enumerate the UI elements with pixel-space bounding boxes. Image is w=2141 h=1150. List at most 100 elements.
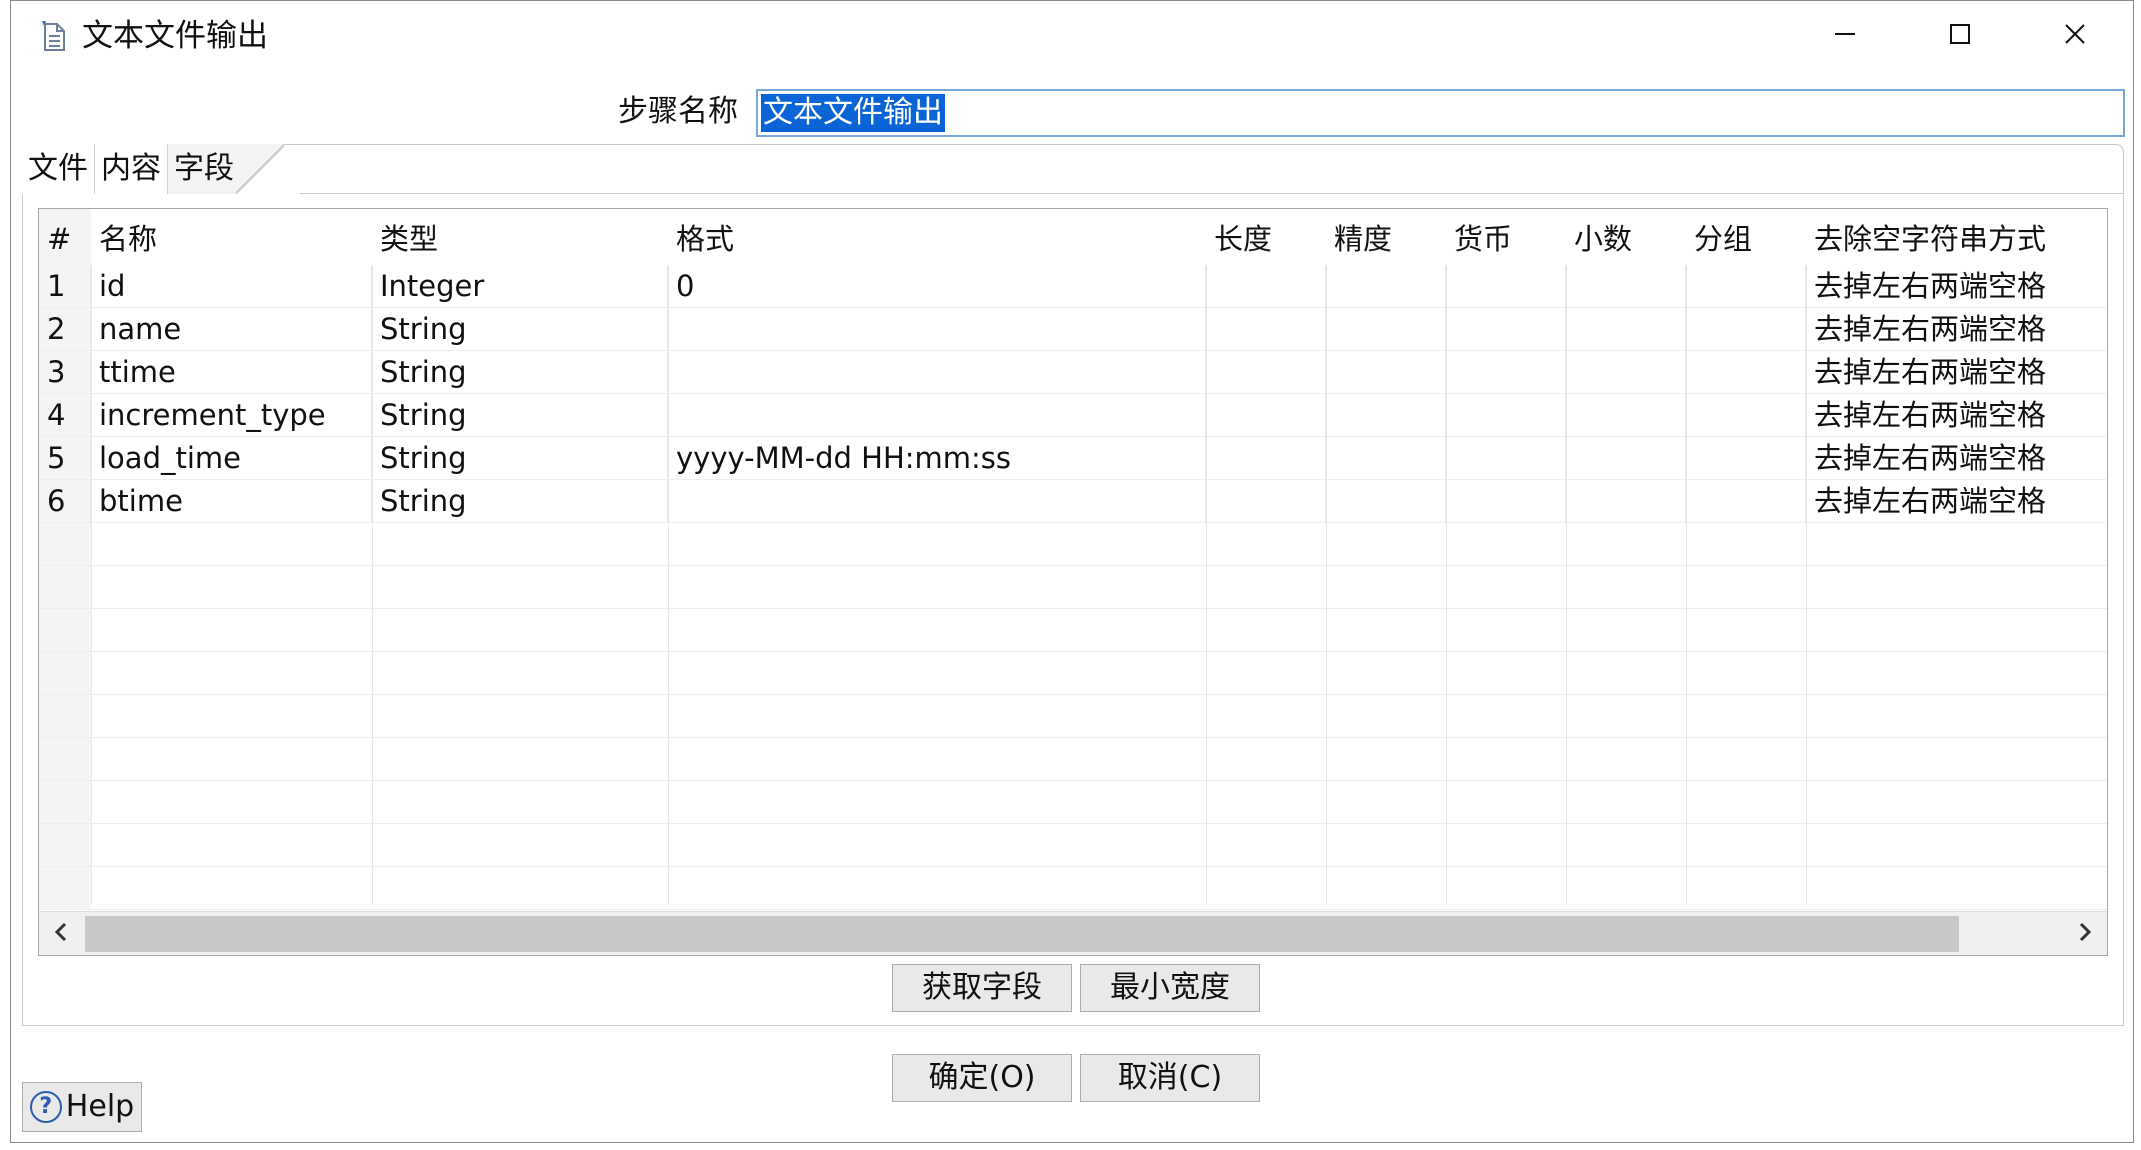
cell-currency[interactable] — [1446, 394, 1566, 436]
cell-precision[interactable] — [1326, 308, 1446, 350]
empty-row — [39, 566, 2107, 609]
cell-trim[interactable]: 去掉左右两端空格 — [1806, 351, 2106, 393]
cell-num: 6 — [39, 480, 91, 522]
tab-content[interactable]: 内容 — [95, 144, 168, 194]
cell-decimal[interactable] — [1566, 265, 1686, 307]
cell-trim[interactable]: 去掉左右两端空格 — [1806, 265, 2106, 307]
table-row[interactable]: 5 load_time String yyyy-MM-dd HH:mm:ss 去… — [39, 437, 2106, 480]
cell-decimal[interactable] — [1566, 394, 1686, 436]
cell-currency[interactable] — [1446, 351, 1566, 393]
scroll-left-button[interactable] — [39, 912, 83, 955]
cell-group[interactable] — [1686, 308, 1806, 350]
step-name-input[interactable]: 文本文件输出 — [756, 89, 2125, 137]
cell-name[interactable]: ttime — [91, 351, 372, 393]
cell-num: 3 — [39, 351, 91, 393]
cell-group[interactable] — [1686, 351, 1806, 393]
min-width-button[interactable]: 最小宽度 — [1080, 964, 1260, 1012]
cell-length[interactable] — [1206, 308, 1326, 350]
cell-length[interactable] — [1206, 437, 1326, 479]
cell-format[interactable] — [668, 351, 1206, 393]
cell-name[interactable]: name — [91, 308, 372, 350]
cell-currency[interactable] — [1446, 265, 1566, 307]
header-decimal[interactable]: 小数 — [1566, 213, 1686, 265]
cell-group[interactable] — [1686, 437, 1806, 479]
fields-table[interactable]: # 名称 类型 格式 长度 精度 货币 小数 分组 去除空字符串方式 1 id … — [38, 208, 2108, 956]
cell-precision[interactable] — [1326, 351, 1446, 393]
cell-length[interactable] — [1206, 351, 1326, 393]
close-button[interactable] — [2040, 10, 2110, 62]
header-type[interactable]: 类型 — [372, 213, 668, 265]
scrollbar-thumb[interactable] — [85, 916, 1959, 952]
column-divider — [91, 265, 92, 905]
header-name[interactable]: 名称 — [91, 213, 372, 265]
cell-decimal[interactable] — [1566, 308, 1686, 350]
cell-group[interactable] — [1686, 394, 1806, 436]
chevron-left-icon — [52, 921, 70, 947]
cell-decimal[interactable] — [1566, 437, 1686, 479]
cell-currency[interactable] — [1446, 308, 1566, 350]
cell-type[interactable]: String — [372, 437, 668, 479]
cell-format[interactable] — [668, 394, 1206, 436]
cell-trim[interactable]: 去掉左右两端空格 — [1806, 394, 2106, 436]
minimize-button[interactable] — [1810, 10, 1880, 62]
cell-length[interactable] — [1206, 265, 1326, 307]
cell-type[interactable]: Integer — [372, 265, 668, 307]
table-row[interactable]: 3 ttime String 去掉左右两端空格 — [39, 351, 2106, 394]
table-row[interactable]: 2 name String 去掉左右两端空格 — [39, 308, 2106, 351]
cell-group[interactable] — [1686, 265, 1806, 307]
header-format[interactable]: 格式 — [668, 213, 1206, 265]
cell-precision[interactable] — [1326, 265, 1446, 307]
get-fields-button[interactable]: 获取字段 — [892, 964, 1072, 1012]
header-currency[interactable]: 货币 — [1446, 213, 1566, 265]
empty-row — [39, 609, 2107, 652]
table-row[interactable]: 1 id Integer 0 去掉左右两端空格 — [39, 265, 2106, 308]
title-bar[interactable]: 文本文件输出 — [10, 0, 2134, 72]
tab-file[interactable]: 文件 — [22, 144, 95, 194]
cell-precision[interactable] — [1326, 437, 1446, 479]
empty-row — [39, 652, 2107, 695]
column-divider — [1686, 265, 1687, 905]
cell-type[interactable]: String — [372, 308, 668, 350]
cell-format[interactable] — [668, 480, 1206, 522]
cell-group[interactable] — [1686, 480, 1806, 522]
cell-decimal[interactable] — [1566, 351, 1686, 393]
empty-row — [39, 781, 2107, 824]
cell-type[interactable]: String — [372, 480, 668, 522]
horizontal-scrollbar[interactable] — [39, 911, 2107, 955]
tab-fields[interactable]: 字段 — [168, 144, 284, 194]
cell-precision[interactable] — [1326, 480, 1446, 522]
table-row[interactable]: 4 increment_type String 去掉左右两端空格 — [39, 394, 2106, 437]
help-button[interactable]: ? Help — [22, 1082, 142, 1132]
cell-name[interactable]: load_time — [91, 437, 372, 479]
cell-precision[interactable] — [1326, 394, 1446, 436]
table-row[interactable]: 6 btime String 去掉左右两端空格 — [39, 480, 2106, 523]
window-title: 文本文件输出 — [82, 18, 268, 54]
empty-row — [39, 523, 2107, 566]
cell-type[interactable]: String — [372, 351, 668, 393]
maximize-button[interactable] — [1925, 10, 1995, 62]
cell-format[interactable]: 0 — [668, 265, 1206, 307]
header-trim[interactable]: 去除空字符串方式 — [1806, 213, 2106, 265]
header-precision[interactable]: 精度 — [1326, 213, 1446, 265]
cell-trim[interactable]: 去掉左右两端空格 — [1806, 480, 2106, 522]
cell-currency[interactable] — [1446, 437, 1566, 479]
cell-name[interactable]: id — [91, 265, 372, 307]
cancel-button[interactable]: 取消(C) — [1080, 1054, 1260, 1102]
column-divider — [668, 265, 669, 905]
cell-trim[interactable]: 去掉左右两端空格 — [1806, 308, 2106, 350]
cell-format[interactable]: yyyy-MM-dd HH:mm:ss — [668, 437, 1206, 479]
cell-name[interactable]: increment_type — [91, 394, 372, 436]
header-length[interactable]: 长度 — [1206, 213, 1326, 265]
cell-format[interactable] — [668, 308, 1206, 350]
header-group[interactable]: 分组 — [1686, 213, 1806, 265]
cell-type[interactable]: String — [372, 394, 668, 436]
cell-name[interactable]: btime — [91, 480, 372, 522]
cell-length[interactable] — [1206, 480, 1326, 522]
ok-button[interactable]: 确定(O) — [892, 1054, 1072, 1102]
scroll-right-button[interactable] — [2063, 912, 2107, 955]
cell-length[interactable] — [1206, 394, 1326, 436]
header-num[interactable]: # — [39, 213, 91, 265]
cell-decimal[interactable] — [1566, 480, 1686, 522]
cell-trim[interactable]: 去掉左右两端空格 — [1806, 437, 2106, 479]
cell-currency[interactable] — [1446, 480, 1566, 522]
